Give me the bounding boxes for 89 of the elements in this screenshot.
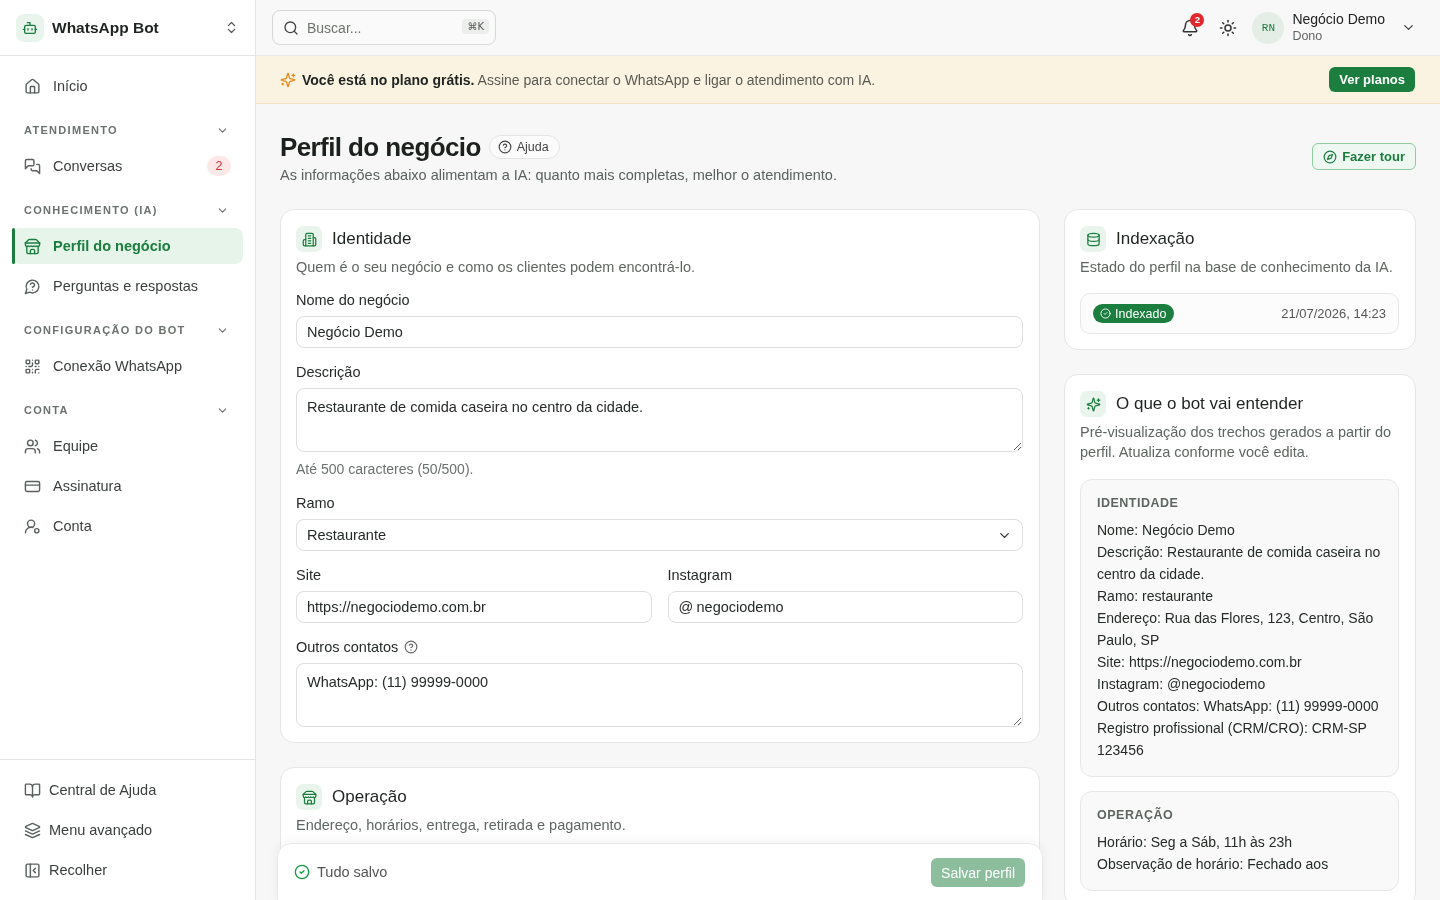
preview-line: Nome: Negócio Demo [1097,521,1236,540]
card-title: O que o bot vai entender [1116,394,1304,414]
user-icon [24,517,41,535]
card-description: Pré-visualização dos trechos gerados a partir do perfil. Atualiza conforme você edita. [1080,423,1393,462]
search-icon [283,20,299,36]
section-header[interactable]: CONFIGURAÇÃO DO BOT [12,316,243,344]
avatar: RN [1252,11,1285,44]
building-icon [296,226,322,252]
nav-item[interactable]: Conexão WhatsApp [12,348,243,384]
input-prefix: @ [678,598,694,616]
count-badge: 2 [207,156,231,176]
field-label: Site [296,566,321,585]
preview-line: Endereço: Rua das Flores, 123, Centro, São Paulo, SP [1097,609,1375,650]
page-subtitle: As informações abaixo alimentam a IA: quanto mais completas, melhor o atendimento. [280,166,837,185]
store-icon [296,784,322,810]
help-icon [497,140,512,154]
nav-item[interactable]: Equipe [12,428,243,464]
preview-heading: IDENTIDADE [1097,495,1180,511]
section-header[interactable]: CONHECIMENTO (IA) [12,196,243,224]
users-icon [24,437,41,455]
banner-text: Você está no plano grátis. Assine para conectar o WhatsApp e ligar o atendimento com IA. [302,71,876,88]
nav-item[interactable]: Conta [12,508,243,544]
card-title: Indexação [1116,229,1195,249]
question-bubble-icon [24,277,41,295]
field-label: Nome do negócio [296,291,410,310]
nav-item[interactable]: Central de Ajuda [12,772,243,808]
nav-item[interactable]: Assinatura [12,468,243,504]
card-title: Operação [332,787,407,807]
notifications-button[interactable]: 2 [1175,12,1206,43]
plans-button[interactable]: Ver planos [1329,67,1415,92]
nav-item[interactable]: Perguntas e respostas [12,268,243,304]
status-text: Indexado [1115,306,1167,321]
section-header[interactable]: ATENDIMENTO [12,116,243,144]
nav-item[interactable]: Recolher [12,852,243,888]
database-icon [1080,226,1106,252]
card-title: Identidade [332,229,412,249]
qr-code-icon [24,357,41,375]
check-circle-icon [1100,308,1111,319]
text-input[interactable]: https://negociodemo.com.br [296,591,652,623]
page-title: Perfil do negócio [280,131,481,163]
layers-icon [24,821,41,839]
bot-icon [16,13,44,42]
field-label: Ramo [296,494,335,513]
sparkles-icon [280,71,296,88]
section-header[interactable]: CONTA [12,396,243,424]
card-description: Estado do perfil na base de conhecimento da IA. [1080,258,1394,277]
store-icon [24,237,41,255]
count-badge: 2 [1190,12,1205,27]
preview-line: Horário: Seg a Sáb, 11h às 23h [1097,833,1294,852]
nav-item[interactable]: Conversas 2 [12,148,243,184]
save-status: Tudo salvo [317,863,388,882]
nav-item[interactable]: Menu avançado [12,812,243,848]
workspace-switcher[interactable]: WhatsApp Bot [0,0,255,56]
nav-item[interactable]: Início [12,68,243,104]
text-area[interactable]: Restaurante de comida caseira no centro da cidade. [296,388,1023,452]
select-field[interactable]: Restaurante [296,519,1023,551]
sun-icon [1219,18,1238,37]
preview-line: Outros contatos: WhatsApp: (11) 99999-0000 [1097,697,1380,716]
preview-heading: OPERAÇÃO [1097,807,1175,823]
card-description: Endereço, horários, entrega, retirada e pagamento. [296,816,627,835]
sidebar-collapse-icon [24,861,41,879]
preview-line: Descrição: Restaurante de comida caseira no centro da cidade. [1097,543,1382,584]
user-name: Negócio Demo [1292,11,1385,28]
bell-icon [1181,18,1200,37]
field-hint: Até 500 caracteres (50/500). [296,460,475,479]
nav-item[interactable]: Perfil do negócio [12,228,243,264]
shortcut-hint: ⌘K [462,19,489,34]
text-input[interactable]: Negócio Demo [296,316,1023,348]
help-button[interactable]: Ajuda [488,135,560,159]
text-area[interactable]: WhatsApp: (11) 99999-0000 [296,663,1023,727]
preview-line: Site: https://negociodemo.com.br [1097,653,1303,672]
book-icon [24,781,41,799]
sparkles-icon [1080,391,1106,417]
tour-button[interactable]: Fazer tour [1312,143,1416,170]
preview-line: Registro profissional (CRM/CRO): CRM-SP 123456 [1097,719,1368,760]
preview-line: Observação de horário: Fechado aos [1097,855,1330,874]
field-label: Instagram [667,566,732,585]
user-role: Dono [1292,28,1324,44]
compass-icon [1323,149,1338,164]
home-icon [24,77,41,95]
preview-line: Instagram: @negociodemo [1097,675,1267,694]
field-label: Descrição [296,363,361,382]
card-description: Quem é o seu negócio e como os clientes podem encontrá-lo. [296,258,696,277]
field-label: Outros contatos [296,638,399,657]
help-icon[interactable] [404,640,419,654]
preview-line: Ramo: restaurante [1097,587,1214,606]
chat-bubbles-icon [24,157,41,175]
updated-time: 21/07/2026, 14:23 [1281,306,1386,321]
user-menu[interactable]: RN Negócio Demo Dono [1252,11,1416,44]
